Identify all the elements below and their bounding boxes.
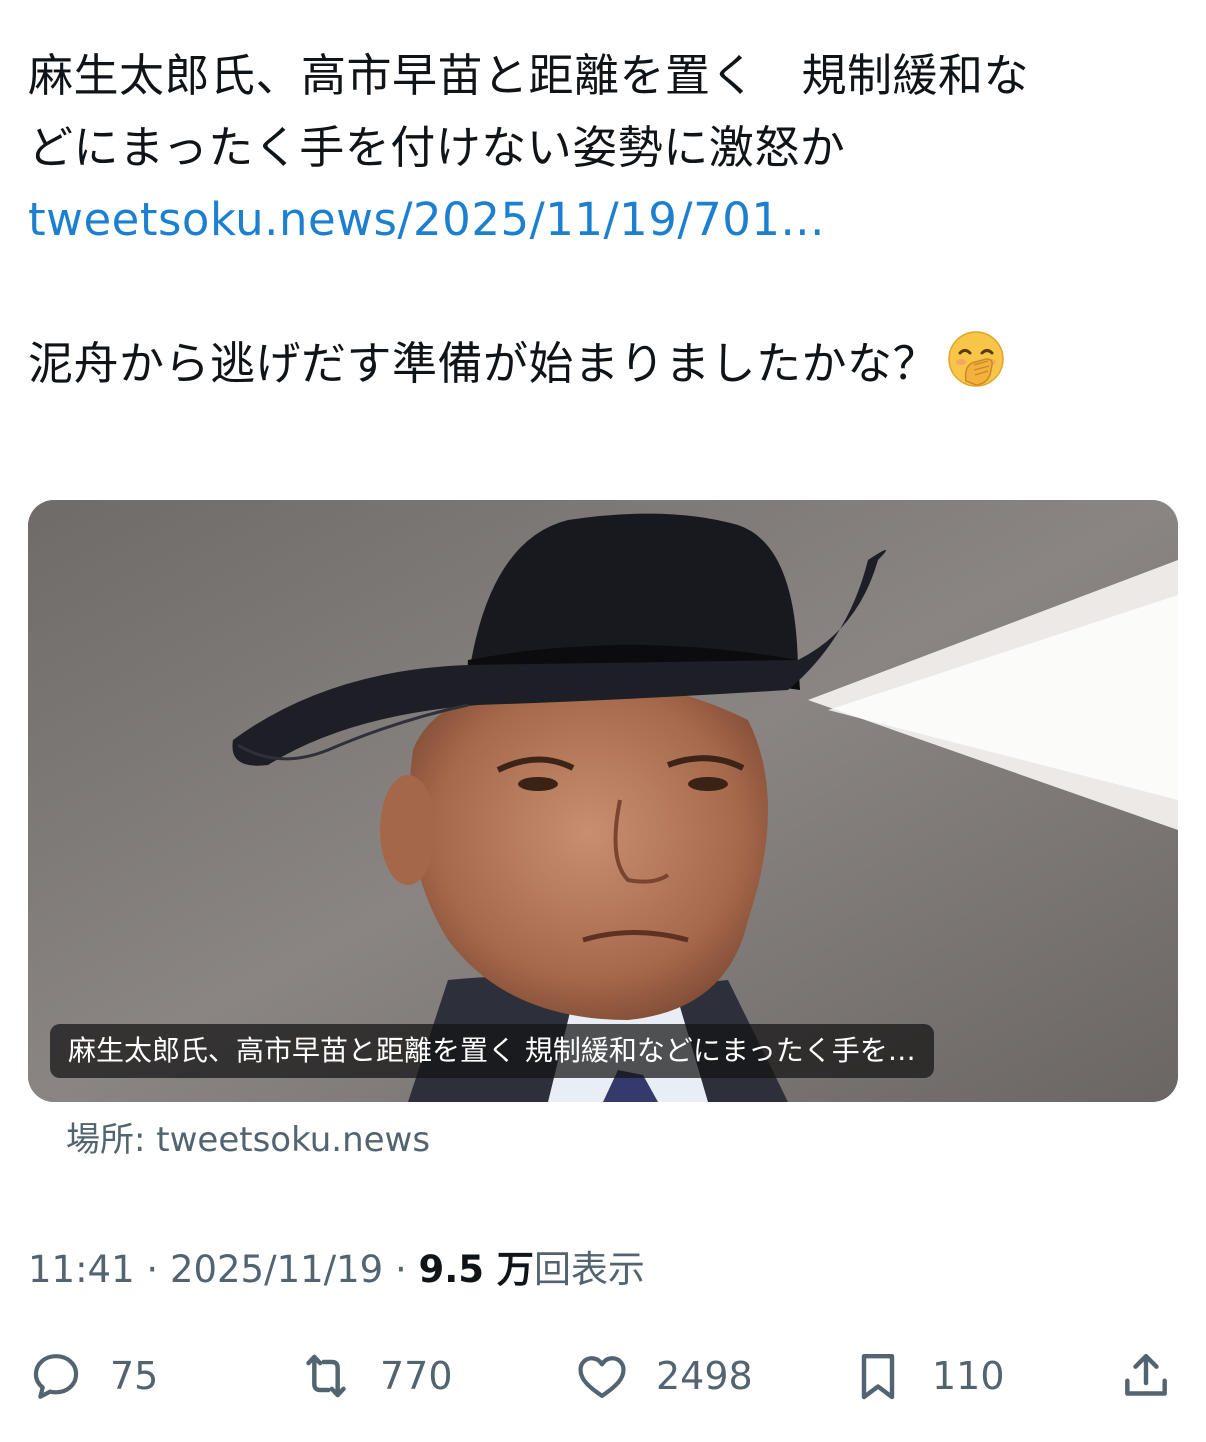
tweet-time[interactable]: 11:41 [28,1248,135,1291]
tweet-text-line-2: どにまったく手を付けない姿勢に激怒か [28,121,846,174]
meta-separator-1: · [146,1248,159,1291]
views-count[interactable]: 9.5 万 [419,1248,534,1291]
tweet-comment-line: 泥舟から逃げだす準備が始まりましたかな？ [28,328,1158,400]
tweet-comment: 泥舟から逃げだす準備が始まりましたかな？ [28,337,939,390]
heart-icon [578,1356,626,1398]
link-card[interactable]: 麻生太郎氏、高市早苗と距離を置く 規制緩和などにまったく手を… [28,500,1178,1102]
views-label: 回表示 [533,1248,645,1291]
card-source[interactable]: 場所: tweetsoku.news [66,1118,430,1162]
like-count: 2498 [656,1354,753,1398]
tweet-date[interactable]: 2025/11/19 [170,1248,383,1291]
share-icon [1125,1353,1167,1396]
bookmark-button[interactable]: 110 [850,1336,1005,1416]
tweet-text: 麻生太郎氏、高市早苗と距離を置く 規制緩和な どにまったく手を付けない姿勢に激怒… [28,40,1158,400]
card-photo [28,500,1178,1102]
reply-button[interactable]: 75 [28,1336,158,1416]
bookmark-icon [861,1353,895,1400]
share-button[interactable] [1118,1336,1174,1416]
like-button[interactable]: 2498 [574,1336,753,1416]
retweet-count: 770 [380,1354,453,1398]
reply-count: 75 [110,1354,159,1398]
tweet-meta: 11:41 · 2025/11/19 · 9.5 万回表示 [28,1242,645,1298]
card-caption: 麻生太郎氏、高市早苗と距離を置く 規制緩和などにまったく手を… [50,1024,934,1078]
action-bar: 75 770 2498 110 [0,1336,1206,1416]
face-with-hand-over-mouth-emoji [948,331,1004,387]
meta-separator-2: · [394,1248,407,1291]
reply-icon [33,1354,79,1399]
retweet-button[interactable]: 770 [298,1336,453,1416]
retweet-icon [306,1354,346,1398]
tweet-text-line-1: 麻生太郎氏、高市早苗と距離を置く 規制緩和な [28,49,1030,102]
tweet-link[interactable]: tweetsoku.news/2025/11/19/701... [28,193,825,246]
bookmark-count: 110 [932,1354,1005,1398]
